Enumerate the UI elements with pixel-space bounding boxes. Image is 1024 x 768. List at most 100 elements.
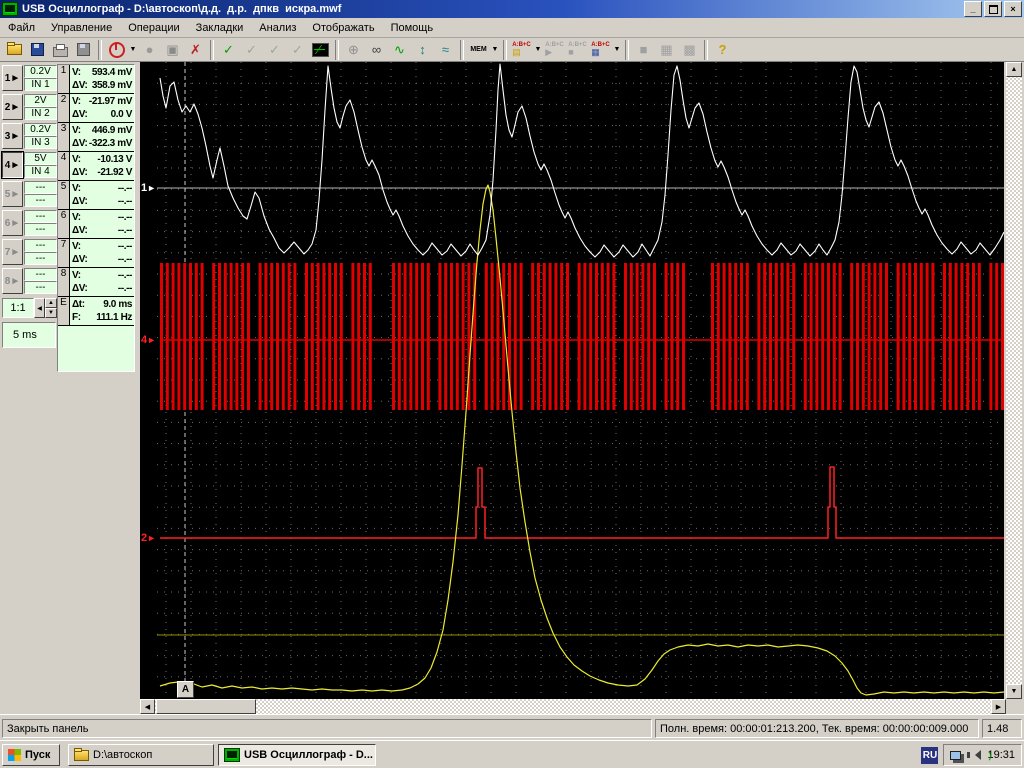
wave-markers-button[interactable]: ≈ — [434, 39, 457, 61]
channel-7-button[interactable]: 7► — [2, 239, 23, 265]
channel-6-input-name[interactable]: --- — [24, 223, 57, 236]
clear-data-button[interactable]: ✗ — [184, 39, 207, 61]
menu-item-6[interactable]: Отображать — [304, 20, 382, 36]
channel-7-range[interactable]: --- — [24, 239, 57, 252]
record-button[interactable]: ● — [138, 39, 161, 61]
measurement-value: --.-- — [118, 283, 132, 294]
taskbar-task-1[interactable]: D:\автоскоп — [68, 744, 214, 766]
horizontal-scroll-thumb[interactable] — [156, 699, 256, 714]
start-button[interactable]: Пуск — [2, 744, 60, 766]
channel-row-7: 7►------ — [2, 239, 57, 265]
open-file-button[interactable] — [3, 39, 26, 61]
menu-item-1[interactable]: Файл — [0, 20, 43, 36]
window-single-button[interactable]: ■ — [632, 39, 655, 61]
channel-8-input-name[interactable]: --- — [24, 281, 57, 294]
menu-item-3[interactable]: Операции — [120, 20, 187, 36]
channel-1-range[interactable]: 0.2V — [24, 65, 57, 78]
menu-item-4[interactable]: Закладки — [188, 20, 252, 36]
scale-ratio-value: 1:1 — [2, 298, 34, 318]
channel-5-button[interactable]: 5► — [2, 181, 23, 207]
language-indicator[interactable]: RU — [921, 747, 938, 764]
abc-open-drop-icon[interactable]: ▼ — [533, 39, 543, 61]
scroll-left-button[interactable]: ◀ — [140, 699, 155, 714]
abc-panel-drop-icon[interactable]: ▼ — [612, 39, 622, 61]
measurement-values: V:-10.13 VΔV:-21.92 V — [70, 152, 134, 180]
speaker-icon[interactable] — [970, 750, 981, 760]
search-waveform-button[interactable]: ∞ — [365, 39, 388, 61]
bookmark-a-marker[interactable]: A — [177, 681, 194, 698]
task-label: D:\автоскоп — [93, 749, 152, 761]
channel-8-range[interactable]: --- — [24, 268, 57, 281]
vertical-markers-button[interactable]: ↕ — [411, 39, 434, 61]
channel-6-button[interactable]: 6► — [2, 210, 23, 236]
scroll-down-button[interactable]: ▼ — [1006, 684, 1022, 699]
channel-5-range[interactable]: --- — [24, 181, 57, 194]
ratio-down-button[interactable]: ▼ — [45, 308, 57, 318]
channel-3-button[interactable]: 3► — [2, 123, 23, 149]
channel-7-input-name[interactable]: --- — [24, 252, 57, 265]
scroll-up-button[interactable]: ▲ — [1006, 62, 1022, 77]
start-stop-button[interactable] — [105, 39, 128, 61]
mem-drop-icon[interactable]: ▼ — [490, 39, 500, 61]
channel-3-input-name[interactable]: IN 3 — [24, 136, 57, 149]
channel-1-button[interactable]: 1► — [2, 65, 23, 91]
close-button[interactable]: × — [1004, 1, 1022, 17]
measure-next-button[interactable]: ✓ — [286, 39, 309, 61]
minimize-button[interactable]: _ — [964, 1, 982, 17]
menu-item-2[interactable]: Управление — [43, 20, 120, 36]
channel-4-input-name[interactable]: IN 4 — [24, 165, 57, 178]
window-close-all-button[interactable]: ▩ — [678, 39, 701, 61]
measure-main-button[interactable]: ✓ — [217, 39, 240, 61]
channel-2-button[interactable]: 2► — [2, 94, 23, 120]
print-button[interactable] — [49, 39, 72, 61]
channel-4-level-marker[interactable]: 4► — [141, 333, 156, 347]
ratio-left-button[interactable]: ◀ — [34, 298, 45, 318]
abc-panel-button[interactable]: A:B+C▦ — [589, 39, 612, 61]
measurement-values: V:-21.97 mVΔV:0.0 V — [70, 94, 134, 122]
start-stop-drop-icon[interactable]: ▼ — [128, 39, 138, 61]
menu-item-7[interactable]: Помощь — [383, 20, 442, 36]
mem-button[interactable]: MEM — [467, 39, 490, 61]
zone-marker-button[interactable]: ∿ — [388, 39, 411, 61]
scroll-right-button[interactable]: ▶ — [991, 699, 1006, 714]
channel-5-input-name[interactable]: --- — [24, 194, 57, 207]
clock: 19:31 — [987, 749, 1015, 761]
channel-7-settings: ------ — [24, 239, 57, 265]
abc-run-button[interactable]: A:B+C▶ — [543, 39, 566, 61]
ratio-up-button[interactable]: ▲ — [45, 298, 57, 308]
save-fragment-button[interactable] — [72, 39, 95, 61]
menu-item-5[interactable]: Анализ — [251, 20, 304, 36]
channel-2-input-name[interactable]: IN 2 — [24, 107, 57, 120]
channel-2-range[interactable]: 2V — [24, 94, 57, 107]
timebase-value[interactable]: 5 ms — [2, 322, 56, 348]
channel-1-input-name[interactable]: IN 1 — [24, 78, 57, 91]
restore-button[interactable] — [984, 1, 1002, 17]
taskbar-task-2[interactable]: USB Осциллограф - D... — [218, 744, 376, 766]
channel-3-range[interactable]: 0.2V — [24, 123, 57, 136]
measurement-row-5: 5V:--.--ΔV:--.-- — [58, 181, 134, 210]
record-settings-button[interactable]: ▣ — [161, 39, 184, 61]
measure-prev-button[interactable]: ✓ — [263, 39, 286, 61]
channel-2-level-marker[interactable]: 2► — [141, 531, 156, 545]
channel-1-level-marker[interactable]: 1► — [141, 181, 156, 195]
help-button[interactable]: ? — [711, 39, 734, 61]
channel-4-range[interactable]: 5V — [24, 152, 57, 165]
search-globe-button[interactable]: ⊕ — [342, 39, 365, 61]
save-file-button[interactable] — [26, 39, 49, 61]
network-icon[interactable] — [950, 751, 961, 760]
titlebar: USB Осциллограф - D:\автоскоп\д.д. д.р. … — [0, 0, 1024, 18]
channel-4-button[interactable]: 4► — [2, 152, 23, 178]
scope-plot[interactable]: A 1► 4► 2► — [140, 62, 1004, 699]
window-grid-button[interactable]: ▦ — [655, 39, 678, 61]
channel-6-range[interactable]: --- — [24, 210, 57, 223]
measurement-value: --.-- — [118, 212, 132, 223]
abc-stop-button[interactable]: A:B+C■ — [566, 39, 589, 61]
horizontal-scrollbar[interactable]: ◀ ▶ — [140, 699, 1006, 714]
abc-open-button[interactable]: A:B+C▤ — [510, 39, 533, 61]
screen-mode-button[interactable] — [309, 39, 332, 61]
measure-add-button[interactable]: ✓ — [240, 39, 263, 61]
scale-ratio-control: 1:1 ◀ ▲ ▼ — [2, 298, 57, 318]
channel-8-button[interactable]: 8► — [2, 268, 23, 294]
measurement-value: -322.3 mV — [89, 138, 132, 149]
vertical-scrollbar[interactable]: ▲ ▼ — [1006, 62, 1022, 699]
